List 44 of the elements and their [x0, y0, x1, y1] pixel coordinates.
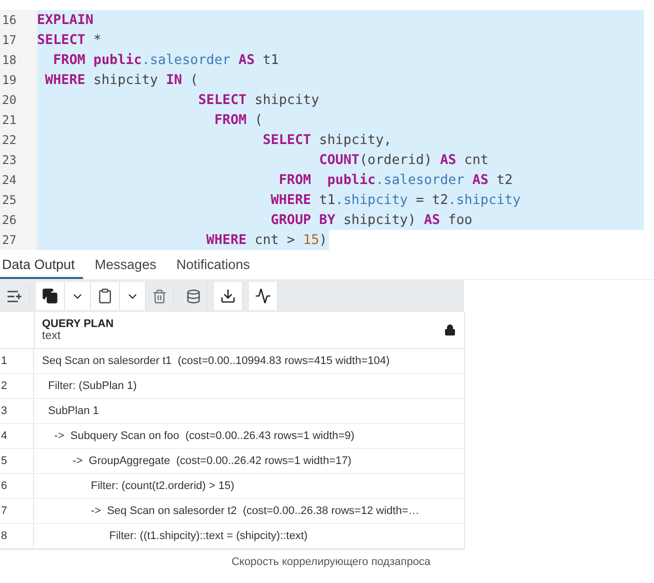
- copy-button[interactable]: [36, 282, 65, 310]
- column-type: text: [42, 330, 62, 342]
- table-cell-text: -> GroupAggregate (cost=0.00..26.42 rows=1 width=17): [72, 454, 352, 469]
- line-number: 19: [0, 70, 37, 90]
- lock-icon: [444, 324, 456, 336]
- database-icon: [186, 288, 201, 304]
- output-tab[interactable]: Messages: [92, 253, 164, 279]
- table-cell-text: -> Seq Scan on salesorder t2 (cost=0.00..26.38 rows=12 width=…: [90, 504, 420, 519]
- trash-icon: [152, 288, 167, 304]
- row-number: 6: [0, 474, 34, 498]
- row-number: 8: [0, 524, 34, 548]
- line-number: 22: [0, 130, 37, 150]
- line-number: 20: [0, 90, 37, 110]
- column-title: QUERY PLAN: [42, 318, 114, 330]
- graph-button[interactable]: [249, 282, 278, 310]
- row-number: 1: [0, 349, 34, 373]
- row-number: 3: [0, 399, 34, 423]
- clipboard-icon: [97, 288, 113, 304]
- paste-button[interactable]: [91, 282, 120, 310]
- output-tab[interactable]: Notifications: [174, 253, 258, 279]
- download-icon: [220, 288, 236, 304]
- line-number: 17: [0, 30, 37, 50]
- line-number: 24: [0, 170, 37, 190]
- row-number: 2: [0, 374, 34, 398]
- line-number: 18: [0, 50, 37, 70]
- table-cell-text: Filter: (SubPlan 1): [47, 379, 138, 394]
- line-number: 27: [0, 230, 37, 250]
- table-cell-text: Seq Scan on salesorder t1 (cost=0.00..10994.83 rows=415 width=104): [41, 354, 391, 369]
- caption: Скорость коррелирующего подзапроса: [230, 556, 432, 568]
- line-number: 21: [0, 110, 37, 130]
- copy-icon: [42, 288, 58, 304]
- download-button[interactable]: [214, 282, 243, 310]
- line-number: 23: [0, 150, 37, 170]
- row-number: 4: [0, 424, 34, 448]
- table-cell-text: SubPlan 1: [47, 404, 100, 419]
- line-number: 25: [0, 190, 37, 210]
- table-cell-text: Filter: (count(t2.orderid) > 15): [90, 479, 236, 494]
- line-number: 16: [0, 10, 37, 30]
- line-number: 26: [0, 210, 37, 230]
- row-number: 7: [0, 499, 34, 523]
- graph-icon: [255, 288, 271, 304]
- table-cell-text: Filter: ((t1.shipcity)::text = (shipcity)::text): [108, 529, 309, 544]
- row-number: 5: [0, 449, 34, 473]
- table-cell-text: -> Subquery Scan on foo (cost=0.00..26.43 rows=1 width=9): [53, 429, 356, 444]
